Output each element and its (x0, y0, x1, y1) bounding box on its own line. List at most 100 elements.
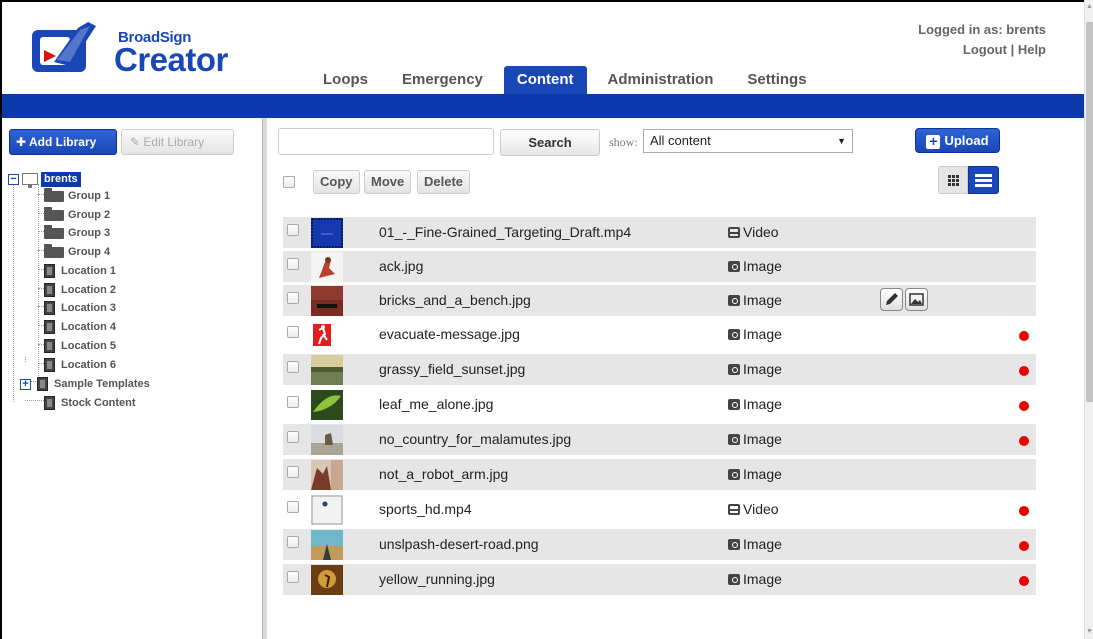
select-all-checkbox[interactable] (283, 176, 295, 188)
file-type-label: Video (743, 501, 779, 517)
file-name[interactable]: no_country_for_malamutes.jpg (379, 431, 571, 447)
thumbnail-image[interactable] (311, 320, 343, 350)
preview-image-button[interactable] (905, 288, 928, 311)
content-row[interactable]: grassy_field_sunset.jpg Image (283, 354, 1036, 385)
row-checkbox[interactable] (287, 224, 299, 236)
scroll-thumb[interactable] (1086, 22, 1093, 402)
help-link[interactable]: Help (1018, 42, 1046, 57)
thumbnail-image[interactable] (311, 565, 343, 595)
row-checkbox[interactable] (287, 571, 299, 583)
grid-view-button[interactable] (938, 166, 968, 194)
search-input[interactable] (278, 128, 494, 155)
file-type: Image (728, 431, 782, 447)
file-name[interactable]: unslpash-desert-road.png (379, 536, 539, 552)
file-name[interactable]: not_a_robot_arm.jpg (379, 466, 508, 482)
tab-content[interactable]: Content (503, 66, 587, 94)
content-filter-select[interactable]: All content ▼ (643, 129, 853, 153)
file-name[interactable]: grassy_field_sunset.jpg (379, 361, 525, 377)
file-name[interactable]: evacuate-message.jpg (379, 326, 520, 342)
content-row[interactable]: unslpash-desert-road.png Image (283, 529, 1036, 560)
thumbnail-image[interactable] (311, 460, 343, 490)
thumbnail-image[interactable] (311, 530, 343, 560)
collapse-icon[interactable]: − (8, 173, 19, 185)
tree-item-location-6[interactable]: Location 6 (38, 356, 116, 374)
expand-icon[interactable]: + (20, 378, 31, 390)
display-icon (44, 396, 55, 411)
content-row[interactable]: 01_-_Fine-Grained_Targeting_Draft.mp4 Vi… (283, 217, 1036, 248)
page-scrollbar[interactable]: ▲ ▼ (1084, 0, 1093, 639)
file-name[interactable]: yellow_running.jpg (379, 571, 495, 587)
folder-icon (44, 243, 64, 258)
thumbnail-image[interactable] (311, 252, 343, 282)
thumbnail-image[interactable] (311, 390, 343, 420)
tab-settings[interactable]: Settings (734, 66, 819, 94)
copy-button[interactable]: Copy (313, 170, 360, 194)
tree-item-location-4[interactable]: Location 4 (38, 318, 116, 336)
thumbnail-image[interactable] (311, 218, 343, 248)
display-icon (44, 339, 55, 354)
row-checkbox[interactable] (287, 501, 299, 513)
camera-icon (728, 434, 740, 445)
content-row[interactable]: bricks_and_a_bench.jpg Image (283, 285, 1036, 316)
scroll-up-arrow-icon[interactable]: ▲ (1085, 2, 1093, 12)
row-checkbox[interactable] (287, 258, 299, 270)
list-icon (975, 174, 992, 187)
content-row[interactable]: sports_hd.mp4 Video (283, 494, 1036, 525)
upload-button[interactable]: + Upload (915, 128, 1000, 153)
row-checkbox[interactable] (287, 431, 299, 443)
tab-emergency[interactable]: Emergency (389, 66, 496, 94)
add-library-button[interactable]: ✚ Add Library (9, 129, 117, 155)
thumbnail-image[interactable] (311, 495, 343, 525)
row-checkbox[interactable] (287, 361, 299, 373)
content-row[interactable]: not_a_robot_arm.jpg Image (283, 459, 1036, 490)
row-checkbox[interactable] (287, 396, 299, 408)
tree-item-location-3[interactable]: Location 3 (38, 299, 116, 317)
tab-loops[interactable]: Loops (310, 66, 381, 94)
camera-icon (728, 261, 740, 272)
grid-icon (948, 175, 959, 186)
file-name[interactable]: 01_-_Fine-Grained_Targeting_Draft.mp4 (379, 224, 631, 240)
tree-item-group-1[interactable]: Group 1 (44, 187, 110, 205)
panel-splitter[interactable] (262, 118, 267, 639)
tree-item-location-2[interactable]: Location 2 (38, 281, 116, 299)
tab-administration[interactable]: Administration (595, 66, 727, 94)
move-button[interactable]: Move (364, 170, 412, 194)
list-view-button[interactable] (968, 166, 999, 194)
tree-root-brents[interactable]: − brents (8, 170, 81, 189)
scroll-down-arrow-icon[interactable]: ▼ (1085, 627, 1093, 637)
display-icon (44, 264, 55, 279)
content-row[interactable]: no_country_for_malamutes.jpg Image (283, 424, 1036, 455)
thumbnail-image[interactable] (311, 286, 343, 316)
thumbnail-image[interactable] (311, 425, 343, 455)
tree-item-sample-templates[interactable]: + Sample Templates (20, 375, 150, 393)
tree-item-location-1[interactable]: Location 1 (38, 262, 116, 280)
file-name[interactable]: leaf_me_alone.jpg (379, 396, 493, 412)
row-checkbox[interactable] (287, 466, 299, 478)
thumbnail-image[interactable] (311, 355, 343, 385)
file-name[interactable]: ack.jpg (379, 258, 423, 274)
dropdown-arrow-icon: ▼ (837, 136, 846, 146)
user-panel: Logged in as: brents Logout | Help (918, 20, 1046, 60)
edit-library-button[interactable]: ✎ Edit Library (121, 129, 234, 155)
edit-item-button[interactable] (880, 288, 903, 311)
tree-item-label: Location 1 (61, 265, 117, 277)
tree-item-location-5[interactable]: Location 5 (38, 337, 116, 355)
delete-button[interactable]: Delete (417, 170, 471, 194)
content-row[interactable]: evacuate-message.jpg Image (283, 319, 1036, 350)
row-checkbox[interactable] (287, 536, 299, 548)
plus-icon: ✚ (16, 135, 27, 149)
file-name[interactable]: bricks_and_a_bench.jpg (379, 292, 531, 308)
search-button[interactable]: Search (500, 129, 600, 156)
content-row[interactable]: yellow_running.jpg Image (283, 564, 1036, 595)
logout-link[interactable]: Logout (963, 42, 1007, 57)
row-checkbox[interactable] (287, 326, 299, 338)
tree-item-group-3[interactable]: Group 3 (44, 224, 110, 242)
tree-item-group-4[interactable]: Group 4 (44, 243, 110, 261)
tree-item-stock-content[interactable]: Stock Content (38, 394, 136, 412)
content-row[interactable]: leaf_me_alone.jpg Image (283, 389, 1036, 420)
content-row[interactable]: ack.jpg Image (283, 251, 1036, 282)
file-type-label: Image (743, 258, 782, 274)
tree-item-group-2[interactable]: Group 2 (44, 206, 110, 224)
row-checkbox[interactable] (287, 292, 299, 304)
file-name[interactable]: sports_hd.mp4 (379, 501, 472, 517)
